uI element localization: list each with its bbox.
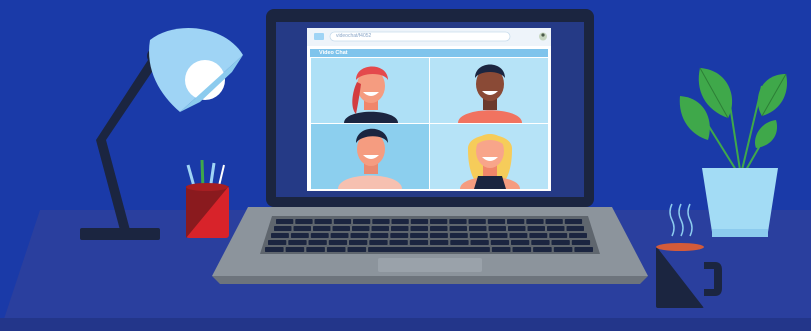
keyboard-key — [551, 240, 570, 245]
keyboard-key — [507, 219, 525, 224]
keyboard-key — [314, 219, 332, 224]
keyboard-key — [391, 219, 409, 224]
keyboard-key — [509, 233, 528, 238]
keyboard-key — [508, 226, 526, 231]
keyboard-key — [490, 240, 510, 245]
keyboard-key — [271, 233, 289, 238]
keyboard-key — [491, 247, 511, 252]
keyboard-key — [469, 233, 488, 238]
keyboard-key — [468, 219, 486, 224]
keyboard-key — [333, 219, 352, 224]
address-bar[interactable]: videochat/f4052 — [336, 32, 506, 41]
keyboard-key — [430, 226, 448, 231]
keyboard-key — [410, 226, 428, 231]
keyboard-key — [564, 219, 583, 224]
keyboard-key — [328, 240, 348, 245]
keyboard-key — [352, 226, 370, 231]
keyboard-key — [527, 226, 545, 231]
keyboard-key — [571, 240, 591, 245]
keyboard-key — [488, 226, 506, 231]
keyboard-key — [487, 219, 506, 224]
keyboard-key — [371, 226, 389, 231]
keyboard-key — [449, 233, 468, 238]
keyboard-key — [545, 219, 563, 224]
keyboard-key — [410, 233, 428, 238]
keyboard-key — [295, 219, 313, 224]
keyboard-key — [274, 226, 292, 231]
keyboard-key — [350, 233, 369, 238]
keyboard-key — [290, 233, 309, 238]
keyboard-key — [511, 240, 530, 245]
keyboard-key — [569, 233, 587, 238]
keyboard-key — [470, 240, 489, 245]
keyboard-key — [285, 247, 305, 252]
keyboard-key — [430, 233, 448, 238]
keyboard-key — [293, 226, 311, 231]
keyboard-key — [553, 247, 573, 252]
keyboard-key — [410, 219, 429, 224]
keyboard-key — [409, 240, 429, 245]
keyboard-key — [310, 233, 329, 238]
keyboard-key — [391, 226, 409, 231]
keyboard-key — [326, 247, 346, 252]
keyboard-key — [265, 247, 284, 252]
workspace-scene: videochat/f4052 Video Chat — [0, 0, 811, 331]
keyboard-key — [533, 247, 552, 252]
keyboard-key — [276, 219, 294, 224]
keyboard-key — [369, 240, 388, 245]
keyboard-key — [566, 226, 584, 231]
keyboard-key — [332, 226, 350, 231]
keyboard-key — [372, 219, 390, 224]
keyboard-key — [529, 233, 548, 238]
keyboard-key — [531, 240, 550, 245]
keyboard-key — [306, 247, 325, 252]
keyboard-key — [288, 240, 307, 245]
keyboard-key — [489, 233, 508, 238]
keyboard-key — [450, 240, 469, 245]
keyboard-key — [526, 219, 544, 224]
keyboard-key — [547, 226, 565, 231]
keyboard-key — [430, 240, 449, 245]
keyboard-key — [313, 226, 331, 231]
keyboard-key — [449, 219, 467, 224]
keyboard-key — [574, 247, 593, 252]
video-chat-title: Video Chat — [319, 50, 348, 56]
keyboard-key — [349, 240, 368, 245]
keyboard-key — [469, 226, 487, 231]
keyboard-key — [390, 233, 409, 238]
keyboard-key — [370, 233, 389, 238]
keyboard-key — [347, 247, 367, 252]
keyboard-key — [549, 233, 568, 238]
keyboard-key — [368, 247, 490, 252]
keyboard-key — [389, 240, 408, 245]
keyboard-key — [449, 226, 467, 231]
keyboard-key — [353, 219, 371, 224]
keyboard-key — [268, 240, 287, 245]
keyboard-key — [512, 247, 532, 252]
keyboard-key — [430, 219, 448, 224]
scene-illustration — [0, 0, 811, 331]
keyboard-key — [330, 233, 349, 238]
keyboard-key — [308, 240, 327, 245]
